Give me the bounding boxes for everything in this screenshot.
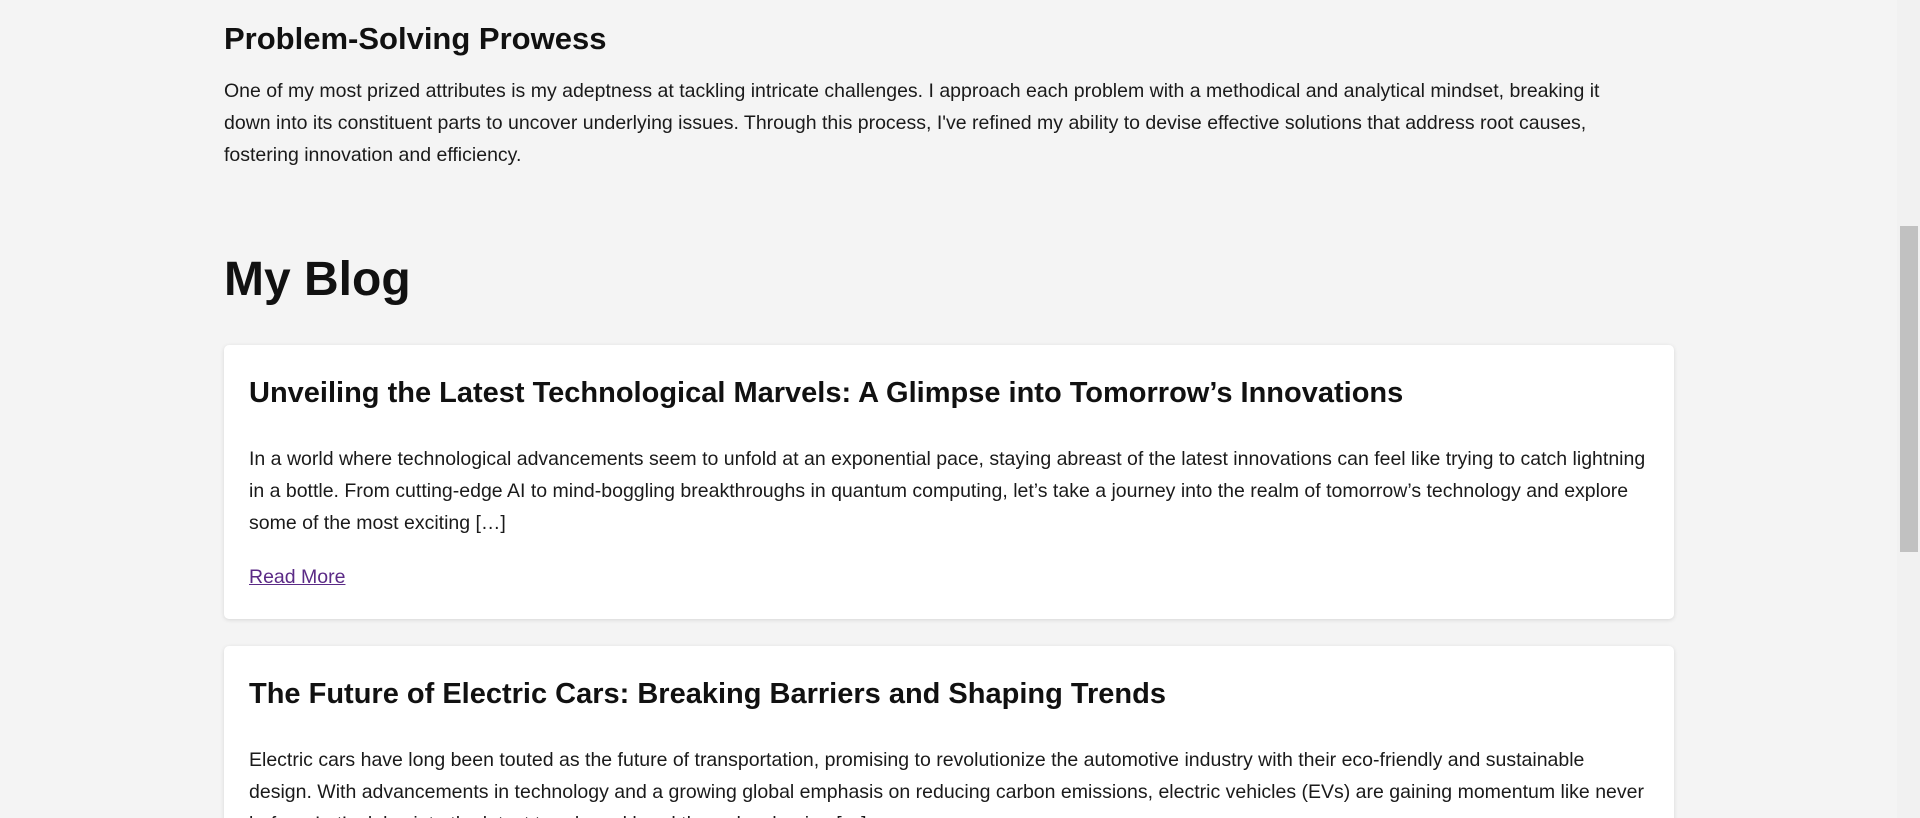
section-paragraph: One of my most prized attributes is my a… — [224, 80, 1600, 166]
scrollbar-thumb[interactable] — [1900, 226, 1918, 552]
blog-post-card: Unveiling the Latest Technological Marve… — [224, 345, 1674, 619]
blog-post-title: The Future of Electric Cars: Breaking Ba… — [249, 678, 1166, 710]
blog-post-card: The Future of Electric Cars: Breaking Ba… — [224, 646, 1674, 818]
read-more-link[interactable]: Read More — [249, 566, 345, 589]
section-heading: Problem-Solving Prowess — [224, 21, 607, 56]
blog-post-excerpt: In a world where technological advanceme… — [249, 448, 1646, 534]
page: Problem-Solving Prowess One of my most p… — [0, 0, 1920, 818]
blog-post-title: Unveiling the Latest Technological Marve… — [249, 377, 1404, 409]
blog-post-excerpt: Electric cars have long been touted as t… — [249, 749, 1644, 818]
blog-title: My Blog — [224, 253, 411, 306]
vertical-scrollbar[interactable] — [1897, 0, 1920, 818]
